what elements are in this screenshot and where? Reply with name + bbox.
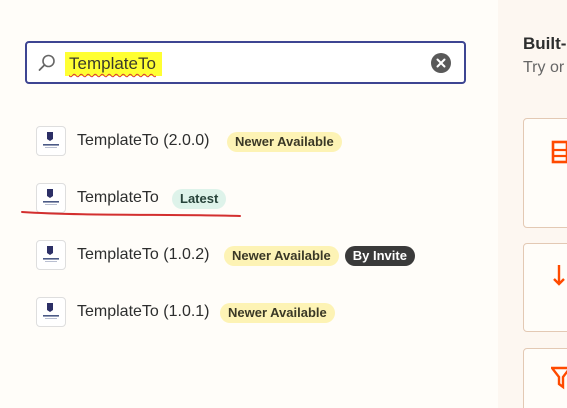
result-name: TemplateTo (1.0.2) bbox=[77, 246, 210, 263]
newer-available-badge: Newer Available bbox=[220, 303, 335, 323]
filter-icon bbox=[551, 366, 567, 390]
builtin-app-card[interactable] bbox=[523, 118, 567, 228]
builtin-app-card[interactable] bbox=[523, 243, 567, 332]
newer-available-badge: Newer Available bbox=[224, 246, 339, 266]
sort-arrows-icon bbox=[553, 265, 565, 286]
table-icon bbox=[551, 140, 567, 164]
red-underline-annotation bbox=[21, 211, 241, 217]
result-item[interactable]: TemplateTo (1.0.2) Newer Available By In… bbox=[36, 240, 476, 272]
templateto-logo bbox=[36, 240, 66, 270]
result-item[interactable]: TemplateTo (1.0.1) Newer Available bbox=[36, 297, 476, 329]
app-search-panel: TemplateTo TemplateTo (2.0.0) Newer Avai… bbox=[0, 0, 498, 408]
panel-subtitle: Try or bbox=[523, 59, 565, 76]
by-invite-badge: By Invite bbox=[344, 246, 415, 266]
built-in-apps-panel: Built- Try or bbox=[498, 0, 567, 408]
result-name: TemplateTo (1.0.1) bbox=[77, 303, 210, 320]
builtin-app-card[interactable] bbox=[523, 348, 567, 408]
panel-title: Built- bbox=[523, 34, 567, 53]
templateto-logo bbox=[36, 297, 66, 327]
